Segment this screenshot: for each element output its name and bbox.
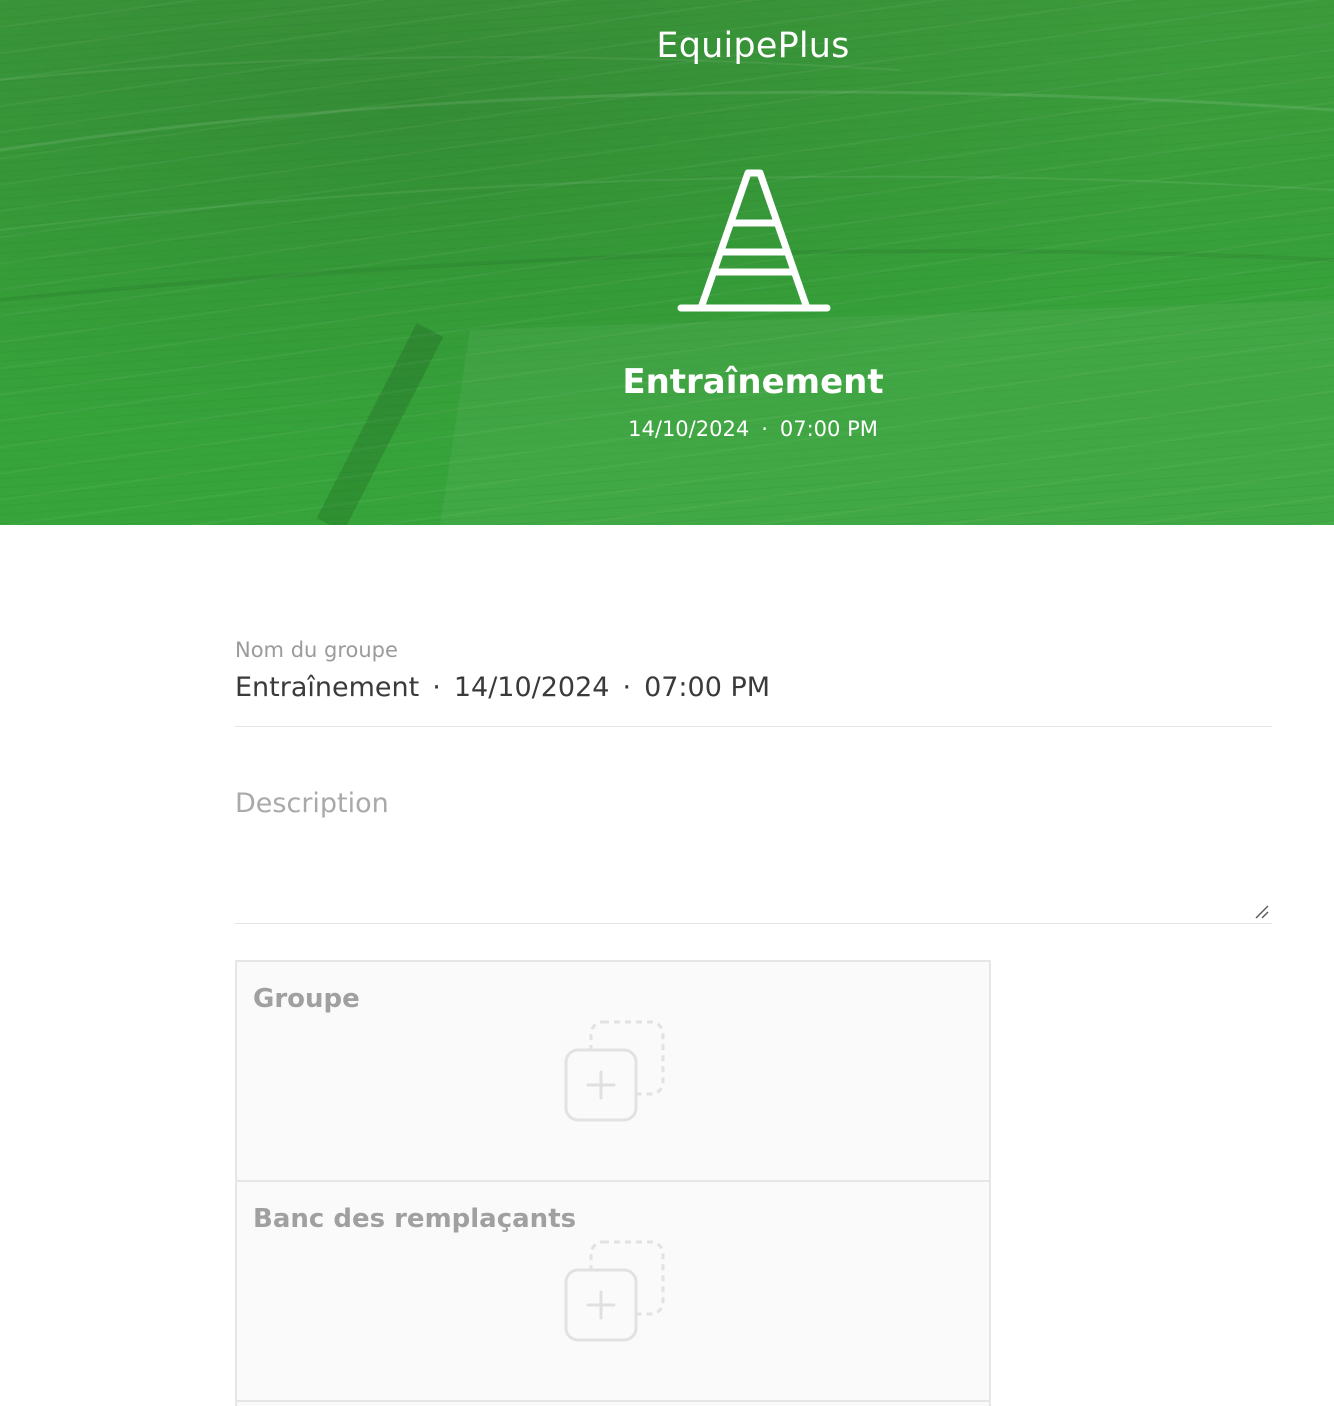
group-name-label: Nom du groupe [235,638,398,662]
event-time: 07:00 PM [779,417,878,441]
add-player-icon [564,1240,665,1342]
panel-title: Groupe [253,984,360,1014]
separator-dot: · [761,417,768,441]
group-name-title: Entraînement [235,672,420,703]
group-name-date: 14/10/2024 [453,672,610,703]
group-name-time: 07:00 PM [644,672,771,703]
substitutes-panel: Banc des remplaçants [237,1182,989,1402]
event-datetime: 14/10/2024 · 07:00 PM [0,417,1334,441]
resize-handle-icon[interactable] [1254,904,1270,920]
app-title: EquipePlus [656,26,850,66]
description-placeholder: Description [235,788,389,819]
group-panel: Groupe [237,962,989,1182]
event-header: EquipePlus Entraînement 14/10/2024 · 07:00… [0,0,1334,525]
event-date: 14/10/2024 [628,417,750,441]
add-player-icon [564,1020,665,1122]
description-textarea[interactable]: Description [235,782,1272,924]
event-title: Entraînement [622,362,884,402]
add-player-button[interactable] [563,1020,667,1124]
group-name-value[interactable]: Entraînement · 14/10/2024 · 07:00 PM [235,668,1272,708]
lineup-panels: Groupe Banc des remplaçants [235,960,991,1406]
add-player-button[interactable] [563,1240,667,1344]
panel-title: Banc des remplaçants [253,1204,577,1234]
group-name-field[interactable]: Nom du groupe Entraînement · 14/10/2024 · 07… [235,634,1272,727]
event-page: EquipePlus Entraînement 14/10/2024 · 07:00… [0,0,1334,1406]
separator-dot: · [622,672,632,703]
stadium-background [0,56,1334,525]
training-cone-icon [677,169,831,312]
separator-dot: · [432,672,441,703]
